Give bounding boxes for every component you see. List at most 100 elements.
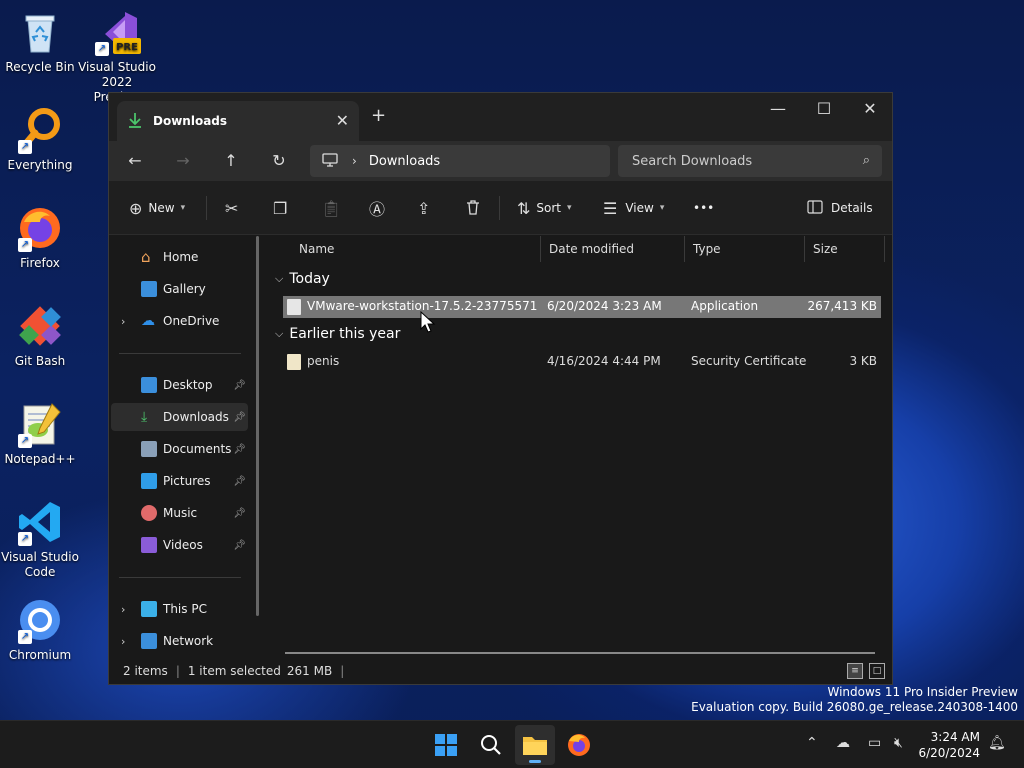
back-button[interactable]: ← bbox=[123, 149, 147, 173]
sidebar-item-documents[interactable]: Documents 📌︎ bbox=[111, 435, 248, 463]
file-date: 4/16/2024 4:44 PM bbox=[547, 354, 661, 368]
chevron-right-icon[interactable]: › bbox=[121, 603, 125, 616]
new-tab-button[interactable]: + bbox=[371, 105, 386, 126]
sidebar-item-pictures[interactable]: Pictures 📌︎ bbox=[111, 467, 248, 495]
sidebar-item-this-pc[interactable]: › This PC bbox=[111, 595, 248, 623]
search-button[interactable] bbox=[474, 729, 506, 761]
desktop-icon-label: Firefox bbox=[20, 256, 60, 270]
volume-muted-icon[interactable]: 🔇︎ bbox=[894, 735, 903, 751]
details-view-toggle[interactable]: ≡ bbox=[847, 663, 863, 679]
rename-button[interactable]: Ⓐ bbox=[369, 196, 385, 220]
desktop-icon-notepadpp[interactable]: ↗ Notepad++ bbox=[0, 400, 80, 467]
desktop-icon-firefox[interactable]: ↗ Firefox bbox=[0, 204, 80, 271]
copy-button[interactable]: ❐ bbox=[273, 196, 287, 220]
notification-bell-icon[interactable]: 🔔︎ bbox=[988, 735, 1006, 751]
close-window-button[interactable]: ✕ bbox=[855, 99, 885, 118]
forward-button[interactable]: → bbox=[171, 149, 195, 173]
sidebar-scrollbar[interactable] bbox=[256, 236, 259, 616]
gallery-icon bbox=[141, 281, 157, 297]
desktop-icon-vscode[interactable]: ↗ Visual Studio Code bbox=[0, 498, 80, 580]
tiles-view-toggle[interactable]: □ bbox=[869, 663, 885, 679]
sidebar-item-label: Pictures bbox=[163, 474, 211, 488]
pin-icon: 📌︎ bbox=[233, 507, 246, 519]
sidebar-item-label: Gallery bbox=[163, 282, 206, 296]
desktop-icon-git-bash[interactable]: Git Bash bbox=[0, 302, 80, 369]
chevron-right-icon[interactable]: › bbox=[121, 635, 125, 648]
details-pane-icon bbox=[807, 199, 823, 217]
column-header-type[interactable]: Type bbox=[685, 236, 805, 262]
more-options-button[interactable]: ••• bbox=[693, 196, 714, 220]
new-button[interactable]: ⊕ New ▾ bbox=[129, 196, 185, 220]
group-header-today[interactable]: ⌵ Today bbox=[275, 271, 330, 287]
group-header-earlier-this-year[interactable]: ⌵ Earlier this year bbox=[275, 326, 400, 342]
taskbar-clock[interactable]: 3:24 AM 6/20/2024 bbox=[918, 729, 980, 761]
download-icon: ⤓ bbox=[141, 409, 148, 425]
sort-button[interactable]: ⇅ Sort ▾ bbox=[517, 196, 572, 220]
onedrive-offline-icon[interactable]: ☁ bbox=[836, 735, 850, 751]
details-pane-button[interactable]: Details bbox=[807, 196, 873, 220]
column-header-name[interactable]: Name bbox=[291, 236, 541, 262]
shortcut-arrow-icon: ↗ bbox=[18, 532, 32, 546]
chevron-down-icon: ⌵ bbox=[275, 272, 284, 285]
taskbar-file-explorer[interactable] bbox=[515, 725, 555, 765]
desktop-icon-label: Everything bbox=[7, 158, 73, 172]
file-name: penis bbox=[307, 354, 340, 368]
file-row[interactable]: penis 4/16/2024 4:44 PM Security Certifi… bbox=[283, 351, 881, 373]
desktop-icon-recycle-bin[interactable]: Recycle Bin bbox=[0, 8, 80, 75]
toolbar-separator bbox=[206, 196, 207, 220]
sidebar-item-videos[interactable]: Videos 📌︎ bbox=[111, 531, 248, 559]
file-explorer-window: Downloads ✕ + — ☐ ✕ ← → ↑ ↻ › Downloads … bbox=[108, 92, 893, 685]
clipboard-icon: 📋︎ bbox=[321, 198, 342, 218]
shortcut-arrow-icon: ↗ bbox=[18, 140, 32, 154]
refresh-button[interactable]: ↻ bbox=[267, 149, 291, 173]
search-icon bbox=[481, 735, 501, 755]
sidebar-item-label: OneDrive bbox=[163, 314, 220, 328]
close-tab-icon[interactable]: ✕ bbox=[336, 111, 349, 130]
minimize-button[interactable]: — bbox=[763, 99, 793, 118]
address-bar[interactable]: › Downloads bbox=[310, 145, 610, 177]
view-button[interactable]: ☰ View ▾ bbox=[603, 196, 664, 220]
chevron-right-icon[interactable]: › bbox=[121, 315, 125, 328]
horizontal-scrollbar[interactable] bbox=[285, 652, 875, 654]
desktop-icon-visual-studio[interactable]: PRE ↗ Visual Studio 2022 Preview bbox=[77, 8, 157, 105]
watermark-line-1: Windows 11 Pro Insider Preview bbox=[827, 685, 1018, 699]
sidebar-item-onedrive[interactable]: › ☁ OneDrive bbox=[111, 307, 248, 335]
sidebar-item-music[interactable]: Music 📌︎ bbox=[111, 499, 248, 527]
start-button[interactable] bbox=[430, 729, 462, 761]
search-input[interactable] bbox=[632, 153, 852, 169]
sidebar-item-label: This PC bbox=[163, 602, 207, 616]
tab-downloads[interactable]: Downloads ✕ bbox=[117, 101, 359, 141]
group-label: Earlier this year bbox=[289, 326, 401, 342]
taskbar-firefox[interactable] bbox=[563, 729, 595, 761]
show-hidden-icons[interactable]: ⌃ bbox=[806, 735, 818, 751]
network-status-icon[interactable]: ▭ bbox=[868, 735, 881, 751]
up-button[interactable]: ↑ bbox=[219, 149, 243, 173]
column-header-size[interactable]: Size bbox=[805, 236, 885, 262]
pin-icon: 📌︎ bbox=[233, 443, 246, 455]
column-header-date[interactable]: Date modified bbox=[541, 236, 685, 262]
sidebar-item-gallery[interactable]: Gallery bbox=[111, 275, 248, 303]
chevron-right-icon: › bbox=[352, 154, 357, 168]
search-box[interactable]: ⌕ bbox=[618, 145, 882, 177]
file-row[interactable]: VMware-workstation-17.5.2-23775571 6/20/… bbox=[283, 296, 881, 318]
view-label: View bbox=[625, 201, 654, 215]
desktop-icon-everything[interactable]: ↗ Everything bbox=[0, 106, 80, 173]
monitor-icon bbox=[322, 152, 338, 170]
clock-time: 3:24 AM bbox=[930, 730, 980, 744]
desktop-icon-chromium[interactable]: ↗ Chromium bbox=[0, 596, 80, 663]
sidebar-divider bbox=[119, 577, 241, 578]
cut-button[interactable]: ✂ bbox=[225, 196, 238, 220]
item-count: 2 items bbox=[123, 664, 168, 678]
sidebar-item-network[interactable]: › Network bbox=[111, 627, 248, 655]
sidebar-item-desktop[interactable]: Desktop 📌︎ bbox=[111, 371, 248, 399]
cloud-icon: ☁ bbox=[141, 313, 155, 329]
paste-button[interactable]: 📋︎ bbox=[321, 196, 341, 220]
delete-button[interactable] bbox=[465, 196, 481, 220]
sidebar-item-home[interactable]: ⌂ Home bbox=[111, 243, 248, 271]
navigation-pane: ⌂ Home Gallery › ☁ OneDrive Desktop 📌︎ ⤓… bbox=[109, 236, 267, 662]
status-separator: | bbox=[175, 664, 180, 678]
share-button[interactable]: ⇪ bbox=[417, 196, 430, 220]
maximize-button[interactable]: ☐ bbox=[809, 99, 839, 118]
sidebar-item-downloads[interactable]: ⤓ Downloads 📌︎ bbox=[111, 403, 248, 431]
evaluation-watermark: Windows 11 Pro Insider Preview Evaluatio… bbox=[691, 685, 1018, 715]
